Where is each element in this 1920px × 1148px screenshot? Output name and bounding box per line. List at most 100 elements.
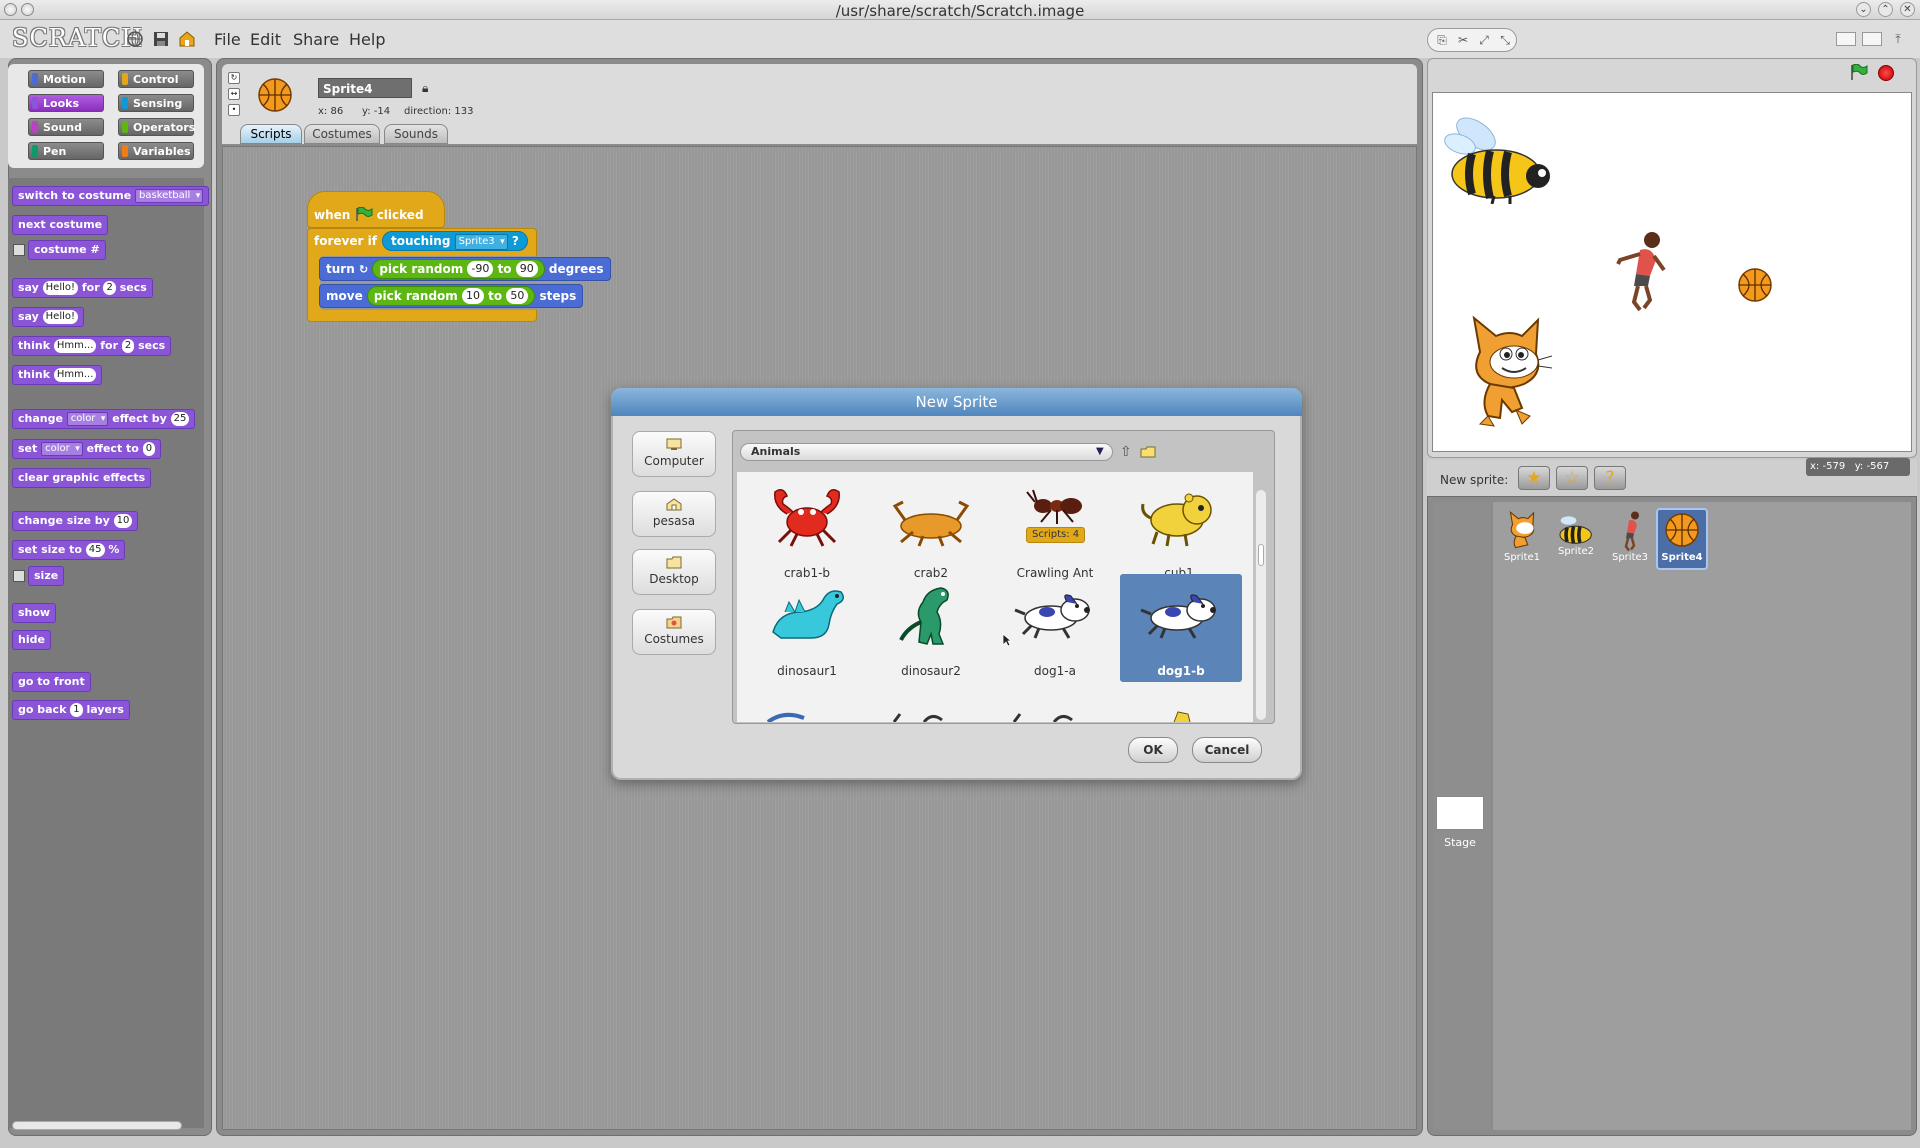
category-operators[interactable]: Operators	[118, 118, 195, 136]
globe-icon[interactable]	[126, 30, 144, 48]
tab-costumes[interactable]: Costumes	[304, 124, 380, 144]
sprite-name-field[interactable]: Sprite4	[318, 78, 412, 98]
rotate-all-around-icon[interactable]: ↻	[228, 72, 240, 84]
place-computer-button[interactable]: Computer	[632, 431, 716, 477]
green-flag-icon[interactable]	[1850, 64, 1868, 80]
tab-scripts[interactable]: Scripts	[240, 124, 302, 144]
computer-icon	[666, 438, 682, 450]
block-switch-to-costume[interactable]: switch to costume basketball	[12, 186, 210, 206]
file-item[interactable]: dinosaur2	[870, 574, 992, 682]
cancel-button[interactable]: Cancel	[1192, 737, 1262, 763]
rotate-left-right-icon[interactable]: ↔	[228, 88, 240, 100]
palette-horizontal-scrollbar[interactable]	[12, 1121, 182, 1130]
category-control[interactable]: Control	[118, 70, 194, 88]
new-folder-icon[interactable]	[1140, 446, 1156, 458]
home-icon	[666, 498, 682, 511]
menubar: SCRATCH File Edit Share Help ⎘ ✂ ⤢ ⤡ ⤒	[0, 20, 1920, 58]
place-desktop-button[interactable]: Desktop	[632, 549, 716, 595]
dog-icon	[1014, 594, 1090, 639]
sprite-x-readout: x: 86	[318, 106, 344, 117]
file-grid-scrollbar[interactable]	[1256, 490, 1266, 720]
block-think-for-secs[interactable]: think Hmm... for 2 secs	[12, 336, 172, 356]
sprite-thumbnail[interactable]: Sprite3	[1604, 508, 1656, 570]
share-icon[interactable]	[178, 30, 196, 48]
block-hide[interactable]: hide	[12, 630, 51, 650]
file-grid-scroll-thumb[interactable]	[1258, 544, 1264, 566]
file-item[interactable]: crab1-b	[746, 476, 868, 584]
block-size[interactable]: size	[28, 566, 65, 586]
file-item[interactable]: dog1-a	[994, 574, 1116, 682]
pick-random-operator[interactable]: pick random -90 to 90	[372, 259, 545, 279]
presentation-mode-icon[interactable]: ⤒	[1890, 32, 1906, 46]
tab-sounds[interactable]: Sounds	[384, 124, 448, 144]
choose-sprite-from-file-button[interactable]: ☆	[1556, 466, 1588, 490]
shrink-tool-icon[interactable]: ⤡	[1497, 33, 1513, 47]
grow-tool-icon[interactable]: ⤢	[1476, 33, 1492, 47]
close-button[interactable]: ✕	[1900, 2, 1915, 17]
save-icon[interactable]	[152, 30, 170, 48]
maximize-button[interactable]: ⌃	[1878, 2, 1893, 17]
category-sound[interactable]: Sound	[28, 118, 104, 136]
basketball-sprite[interactable]	[1737, 267, 1773, 303]
minimize-button[interactable]: ⌄	[1856, 2, 1871, 17]
size-checkbox[interactable]	[13, 570, 25, 582]
stage-thumbnail[interactable]	[1436, 796, 1484, 830]
pick-random-operator[interactable]: pick random 10 to 50	[366, 286, 536, 306]
stop-sign-icon[interactable]	[1878, 65, 1894, 81]
girl-sprite[interactable]	[1614, 230, 1670, 312]
place-costumes-button[interactable]: Costumes	[632, 609, 716, 655]
menu-edit[interactable]: Edit	[250, 30, 281, 49]
normal-stage-icon[interactable]	[1862, 32, 1882, 46]
menu-file[interactable]: File	[214, 30, 241, 49]
paint-new-sprite-button[interactable]: ★	[1518, 466, 1550, 490]
touching-sensing-block[interactable]: touching Sprite3 ?	[382, 231, 528, 251]
place-home-button[interactable]: pesasa	[632, 491, 716, 537]
duplicate-tool-icon[interactable]: ⎘	[1434, 33, 1450, 47]
block-say[interactable]: say Hello!	[12, 307, 85, 327]
category-selector: Motion Control Looks Sensing Sound Opera…	[8, 64, 204, 168]
block-think[interactable]: think Hmm...	[12, 365, 103, 385]
file-item[interactable]: dinosaur1	[746, 574, 868, 682]
block-change-size[interactable]: change size by 10	[12, 511, 139, 531]
delete-tool-icon[interactable]: ✂	[1455, 33, 1471, 47]
no-rotate-icon[interactable]: •	[228, 104, 240, 116]
bee-icon	[1559, 516, 1592, 544]
block-show[interactable]: show	[12, 603, 57, 623]
folder-dropdown[interactable]: Animals ▼	[740, 443, 1113, 461]
random-sprite-button[interactable]: ?	[1594, 466, 1626, 490]
menu-help[interactable]: Help	[349, 30, 385, 49]
file-item[interactable]: crab2	[870, 476, 992, 584]
sprite-thumbnail-label: Sprite1	[1503, 552, 1541, 563]
file-item[interactable]: cub1	[1118, 476, 1240, 584]
block-set-size[interactable]: set size to 45 %	[12, 540, 126, 560]
category-motion[interactable]: Motion	[28, 70, 104, 88]
block-clear-graphic-effects[interactable]: clear graphic effects	[12, 468, 152, 488]
block-change-effect[interactable]: change color effect by 25	[12, 409, 196, 429]
bee-sprite[interactable]	[1438, 106, 1556, 204]
turn-degrees-block[interactable]: turn ↻ pick random -90 to 90 degrees	[319, 257, 611, 281]
ok-button[interactable]: OK	[1128, 737, 1178, 763]
move-steps-block[interactable]: move pick random 10 to 50 steps	[319, 284, 584, 308]
category-pen[interactable]: Pen	[28, 142, 104, 160]
small-stage-icon[interactable]	[1836, 32, 1856, 46]
menu-share[interactable]: Share	[293, 30, 339, 49]
file-item-selected[interactable]: dog1-b	[1120, 574, 1242, 682]
cat-sprite[interactable]	[1460, 312, 1552, 428]
category-looks[interactable]: Looks	[28, 94, 104, 112]
costume-number-checkbox[interactable]	[13, 244, 25, 256]
block-set-effect[interactable]: set color effect to 0	[12, 439, 162, 459]
block-costume-number[interactable]: costume #	[28, 240, 106, 260]
parent-folder-icon[interactable]: ⇧	[1120, 444, 1132, 460]
sprite-thumbnail[interactable]: Sprite1	[1496, 508, 1548, 570]
sprite-thumbnail[interactable]: Sprite2	[1550, 508, 1602, 570]
block-go-to-front[interactable]: go to front	[12, 672, 91, 692]
block-next-costume[interactable]: next costume	[12, 215, 109, 235]
mouse-coordinates-readout: x: -579 y: -567	[1806, 458, 1910, 476]
block-go-back-layers[interactable]: go back 1 layers	[12, 700, 130, 720]
sprite-thumbnail-selected[interactable]: Sprite4	[1656, 508, 1708, 570]
hat-when-flag-clicked-block[interactable]: when clicked	[307, 191, 445, 228]
block-say-for-secs[interactable]: say Hello! for 2 secs	[12, 278, 153, 298]
lock-icon[interactable]: 🔒︎	[422, 81, 428, 96]
category-variables[interactable]: Variables	[118, 142, 194, 160]
category-sensing[interactable]: Sensing	[118, 94, 194, 112]
